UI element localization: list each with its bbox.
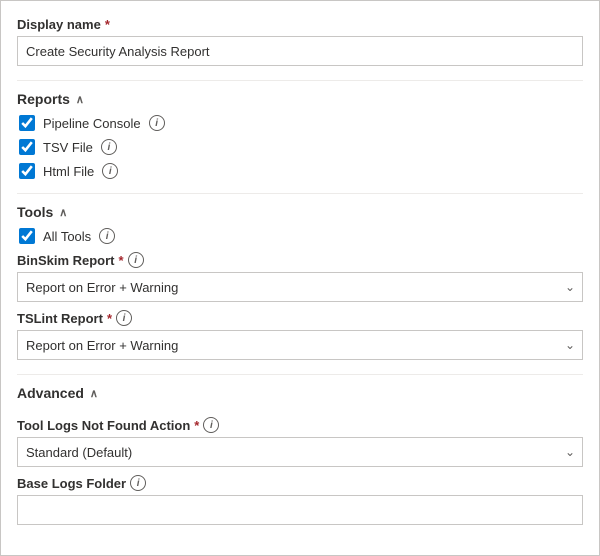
pipeline-console-row: Pipeline Console i (17, 115, 583, 131)
binskim-dropdown-wrapper: Report on Error + Warning Report on Erro… (17, 272, 583, 302)
tool-logs-label-text: Tool Logs Not Found Action (17, 418, 190, 433)
html-file-row: Html File i (17, 163, 583, 179)
advanced-section-title: Advanced (17, 385, 84, 401)
tool-logs-label: Tool Logs Not Found Action * i (17, 417, 583, 433)
reports-section-title: Reports (17, 91, 70, 107)
pipeline-console-label: Pipeline Console (43, 116, 141, 131)
base-logs-label: Base Logs Folder i (17, 475, 583, 491)
tsv-file-info-icon[interactable]: i (101, 139, 117, 155)
tsv-file-row: TSV File i (17, 139, 583, 155)
advanced-content: Tool Logs Not Found Action * i Standard … (17, 417, 583, 525)
display-name-input[interactable] (17, 36, 583, 66)
reports-checkboxes: Pipeline Console i TSV File i Html File … (17, 115, 583, 179)
reports-section-header: Reports ∧ (17, 80, 583, 115)
tsv-file-checkbox[interactable] (19, 139, 35, 155)
all-tools-checkbox[interactable] (19, 228, 35, 244)
base-logs-info-icon[interactable]: i (130, 475, 146, 491)
reports-chevron-icon[interactable]: ∧ (76, 93, 84, 106)
tslint-dropdown-wrapper: Report on Error + Warning Report on Erro… (17, 330, 583, 360)
binskim-dropdown[interactable]: Report on Error + Warning Report on Erro… (17, 272, 583, 302)
tsv-file-label: TSV File (43, 140, 93, 155)
pipeline-console-info-icon[interactable]: i (149, 115, 165, 131)
html-file-label: Html File (43, 164, 94, 179)
binskim-label: BinSkim Report * i (17, 252, 583, 268)
pipeline-console-checkbox[interactable] (19, 115, 35, 131)
tool-logs-info-icon[interactable]: i (203, 417, 219, 433)
tslint-required-star: * (107, 311, 112, 326)
tool-logs-required-star: * (194, 418, 199, 433)
tool-logs-dropdown-wrapper: Standard (Default) Error Warning ⌄ (17, 437, 583, 467)
advanced-section-header: Advanced ∧ (17, 374, 583, 409)
tslint-label: TSLint Report * i (17, 310, 583, 326)
tslint-label-text: TSLint Report (17, 311, 103, 326)
binskim-required-star: * (119, 253, 124, 268)
display-name-label-text: Display name (17, 17, 101, 32)
binskim-info-icon[interactable]: i (128, 252, 144, 268)
tools-chevron-icon[interactable]: ∧ (59, 206, 67, 219)
display-name-label: Display name * (17, 17, 583, 32)
all-tools-label: All Tools (43, 229, 91, 244)
html-file-checkbox[interactable] (19, 163, 35, 179)
advanced-chevron-icon[interactable]: ∧ (90, 387, 98, 400)
required-star: * (105, 17, 110, 32)
tools-section-title: Tools (17, 204, 53, 220)
tslint-info-icon[interactable]: i (116, 310, 132, 326)
display-name-group: Display name * (17, 17, 583, 66)
base-logs-label-text: Base Logs Folder (17, 476, 126, 491)
tslint-dropdown[interactable]: Report on Error + Warning Report on Erro… (17, 330, 583, 360)
html-file-info-icon[interactable]: i (102, 163, 118, 179)
all-tools-info-icon[interactable]: i (99, 228, 115, 244)
all-tools-row: All Tools i (17, 228, 583, 244)
base-logs-input[interactable] (17, 495, 583, 525)
tools-content: All Tools i BinSkim Report * i Report on… (17, 228, 583, 360)
tool-logs-dropdown[interactable]: Standard (Default) Error Warning (17, 437, 583, 467)
tools-section-header: Tools ∧ (17, 193, 583, 228)
form-container: Display name * Reports ∧ Pipeline Consol… (0, 0, 600, 556)
binskim-label-text: BinSkim Report (17, 253, 115, 268)
